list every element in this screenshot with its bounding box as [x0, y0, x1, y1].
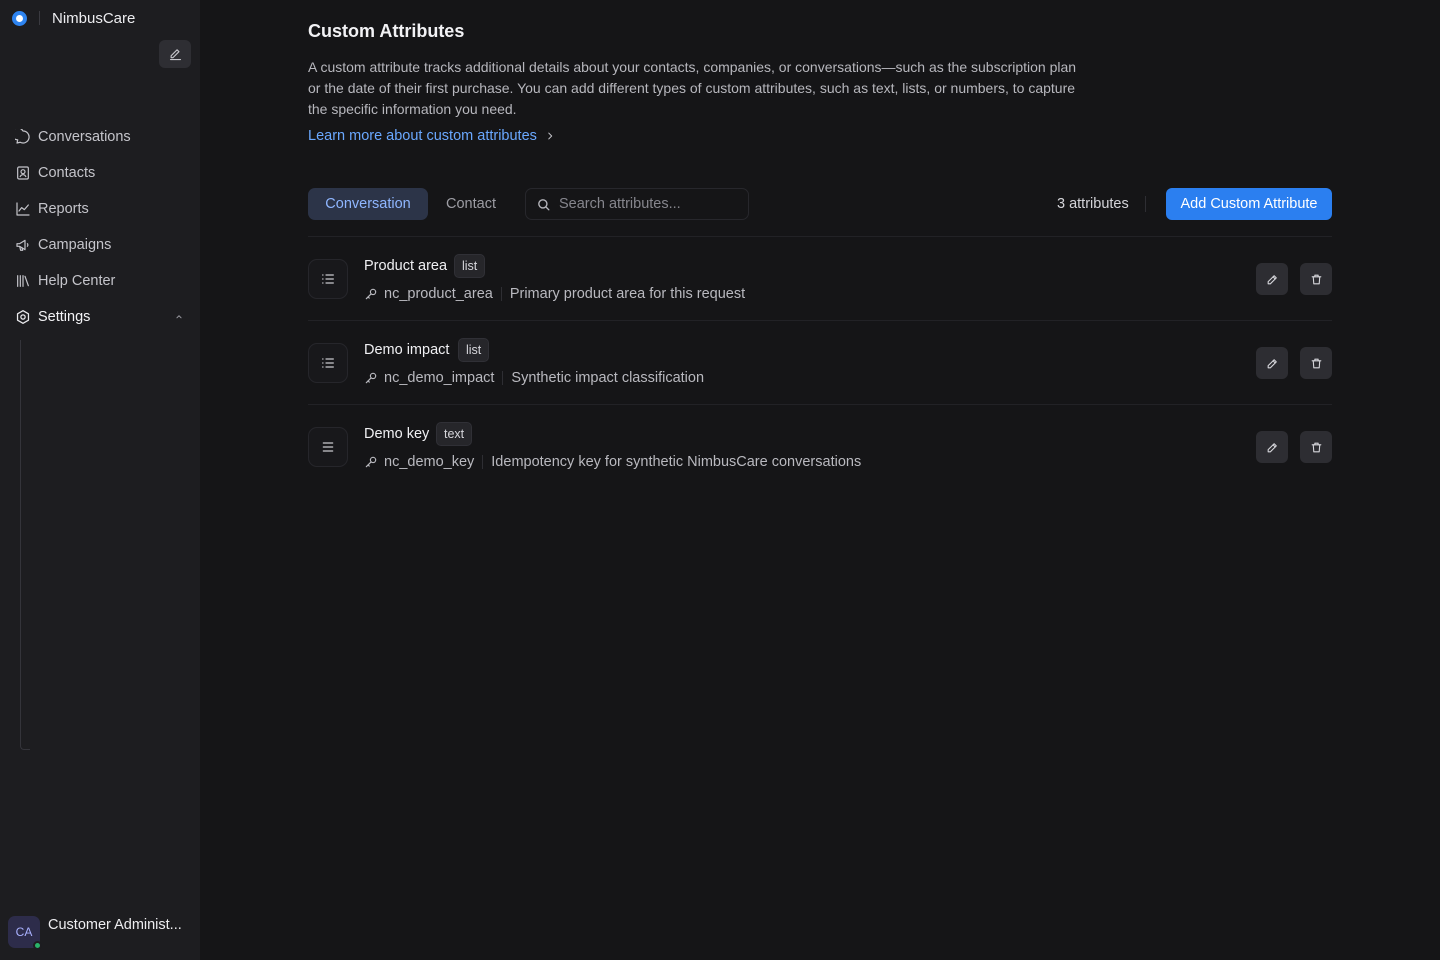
meta-divider [500, 287, 502, 301]
attribute-type-badge: list [454, 254, 486, 278]
edit-button[interactable] [1256, 263, 1288, 295]
line-chart-icon [14, 201, 31, 218]
attribute-meta: nc_product_area Primary product area for… [364, 286, 745, 302]
sidebar-item-label: Help Center [38, 273, 116, 289]
sidebar-item-label: Campaigns [38, 237, 112, 253]
chevron-right-icon [548, 132, 553, 140]
page-title: Custom Attributes [308, 21, 465, 41]
pencil-square-icon [169, 48, 181, 60]
learn-more-link[interactable]: Learn more about custom attributes [308, 128, 555, 144]
brand-name: NimbusCare [52, 9, 136, 27]
tab-conversation[interactable]: Conversation [308, 188, 428, 220]
sidebar-item-label: Contacts [38, 165, 96, 181]
megaphone-icon [14, 237, 31, 254]
add-custom-attribute-button[interactable]: Add Custom Attribute [1166, 188, 1332, 220]
key-icon [365, 372, 377, 384]
attribute-description: Primary product area for this request [509, 286, 746, 302]
key-icon [365, 456, 377, 468]
trash-icon [1311, 358, 1321, 368]
library-icon [14, 273, 31, 290]
attribute-name: Demo key [364, 426, 430, 442]
attribute-count: 3 attributes [1057, 196, 1129, 212]
online-status-dot [33, 941, 42, 950]
sidebar-nav: Conversations Contacts Reports Campaigns… [0, 119, 200, 335]
trash-icon [1311, 442, 1321, 452]
attribute-key: nc_product_area [384, 286, 493, 302]
page-description: A custom attribute tracks additional det… [308, 59, 1077, 117]
sidebar-item-contacts[interactable]: Contacts [0, 155, 200, 191]
sidebar-item-help-center[interactable]: Help Center [0, 263, 200, 299]
brand-divider [39, 11, 40, 25]
edit-button[interactable] [1256, 347, 1288, 379]
row-actions [1256, 263, 1332, 295]
text-lines-icon [308, 427, 348, 467]
list-icon [308, 259, 348, 299]
learn-more-label: Learn more about custom attributes [308, 128, 537, 144]
list-item: Demo impact list nc_demo_impact Syntheti… [308, 321, 1332, 405]
list-item: Demo key text nc_demo_key Idempotency ke… [308, 405, 1332, 489]
attribute-toolbar: Conversation Contact 3 attributes Add Cu… [308, 188, 1332, 220]
attribute-key: nc_demo_key [384, 454, 475, 470]
edit-button[interactable] [1256, 431, 1288, 463]
search-icon [538, 198, 550, 210]
search-input[interactable] [559, 196, 739, 212]
chevron-up-icon[interactable] [174, 310, 184, 326]
key-icon [365, 288, 377, 300]
meta-divider [502, 371, 504, 385]
row-actions [1256, 431, 1332, 463]
sidebar-item-settings[interactable]: Settings [0, 299, 200, 335]
sidebar-item-label: Reports [38, 201, 89, 217]
compose-button[interactable] [159, 40, 191, 68]
brand-logo-icon [12, 10, 27, 26]
attribute-meta: nc_demo_impact Synthetic impact classifi… [364, 370, 704, 386]
row-actions [1256, 347, 1332, 379]
brand[interactable]: NimbusCare [12, 9, 135, 27]
delete-button[interactable] [1300, 431, 1332, 463]
pencil-icon [1267, 274, 1277, 284]
avatar: CA [8, 916, 42, 950]
attribute-description: Synthetic impact classification [511, 370, 705, 386]
sidebar-item-label: Conversations [38, 129, 131, 145]
pencil-icon [1267, 442, 1277, 452]
attribute-meta: nc_demo_key Idempotency key for syntheti… [364, 454, 861, 470]
attribute-key: nc_demo_impact [384, 370, 495, 386]
contact-card-icon [14, 165, 31, 182]
user-menu[interactable]: CA Customer Administ... [8, 916, 182, 950]
delete-button[interactable] [1300, 263, 1332, 295]
sidebar: NimbusCare Conversations Contacts Report… [0, 0, 200, 960]
avatar-initials: CA [15, 925, 33, 939]
attribute-name: Product area [364, 258, 448, 274]
sidebar-item-campaigns[interactable]: Campaigns [0, 227, 200, 263]
sidebar-item-label: Settings [38, 309, 91, 325]
settings-icon [14, 309, 31, 326]
delete-button[interactable] [1300, 347, 1332, 379]
sidebar-item-reports[interactable]: Reports [0, 191, 200, 227]
pencil-icon [1267, 358, 1277, 368]
settings-submenu-guide [20, 340, 30, 750]
trash-icon [1311, 274, 1321, 284]
list-icon [308, 343, 348, 383]
attribute-description: Idempotency key for synthetic NimbusCare… [491, 454, 862, 470]
meta-divider [482, 455, 484, 469]
tab-contact[interactable]: Contact [430, 188, 512, 220]
chat-bubble-icon [14, 129, 31, 146]
attribute-type-badge: text [436, 422, 473, 446]
attribute-list: Product area list nc_product_area Primar… [308, 236, 1332, 489]
list-item: Product area list nc_product_area Primar… [308, 237, 1332, 321]
search-box [525, 188, 749, 220]
attribute-type-badge: list [458, 338, 490, 362]
user-name: Customer Administ... [48, 917, 182, 933]
attribute-name: Demo impact [364, 342, 450, 358]
toolbar-divider [1145, 196, 1146, 212]
sidebar-item-conversations[interactable]: Conversations [0, 119, 200, 155]
